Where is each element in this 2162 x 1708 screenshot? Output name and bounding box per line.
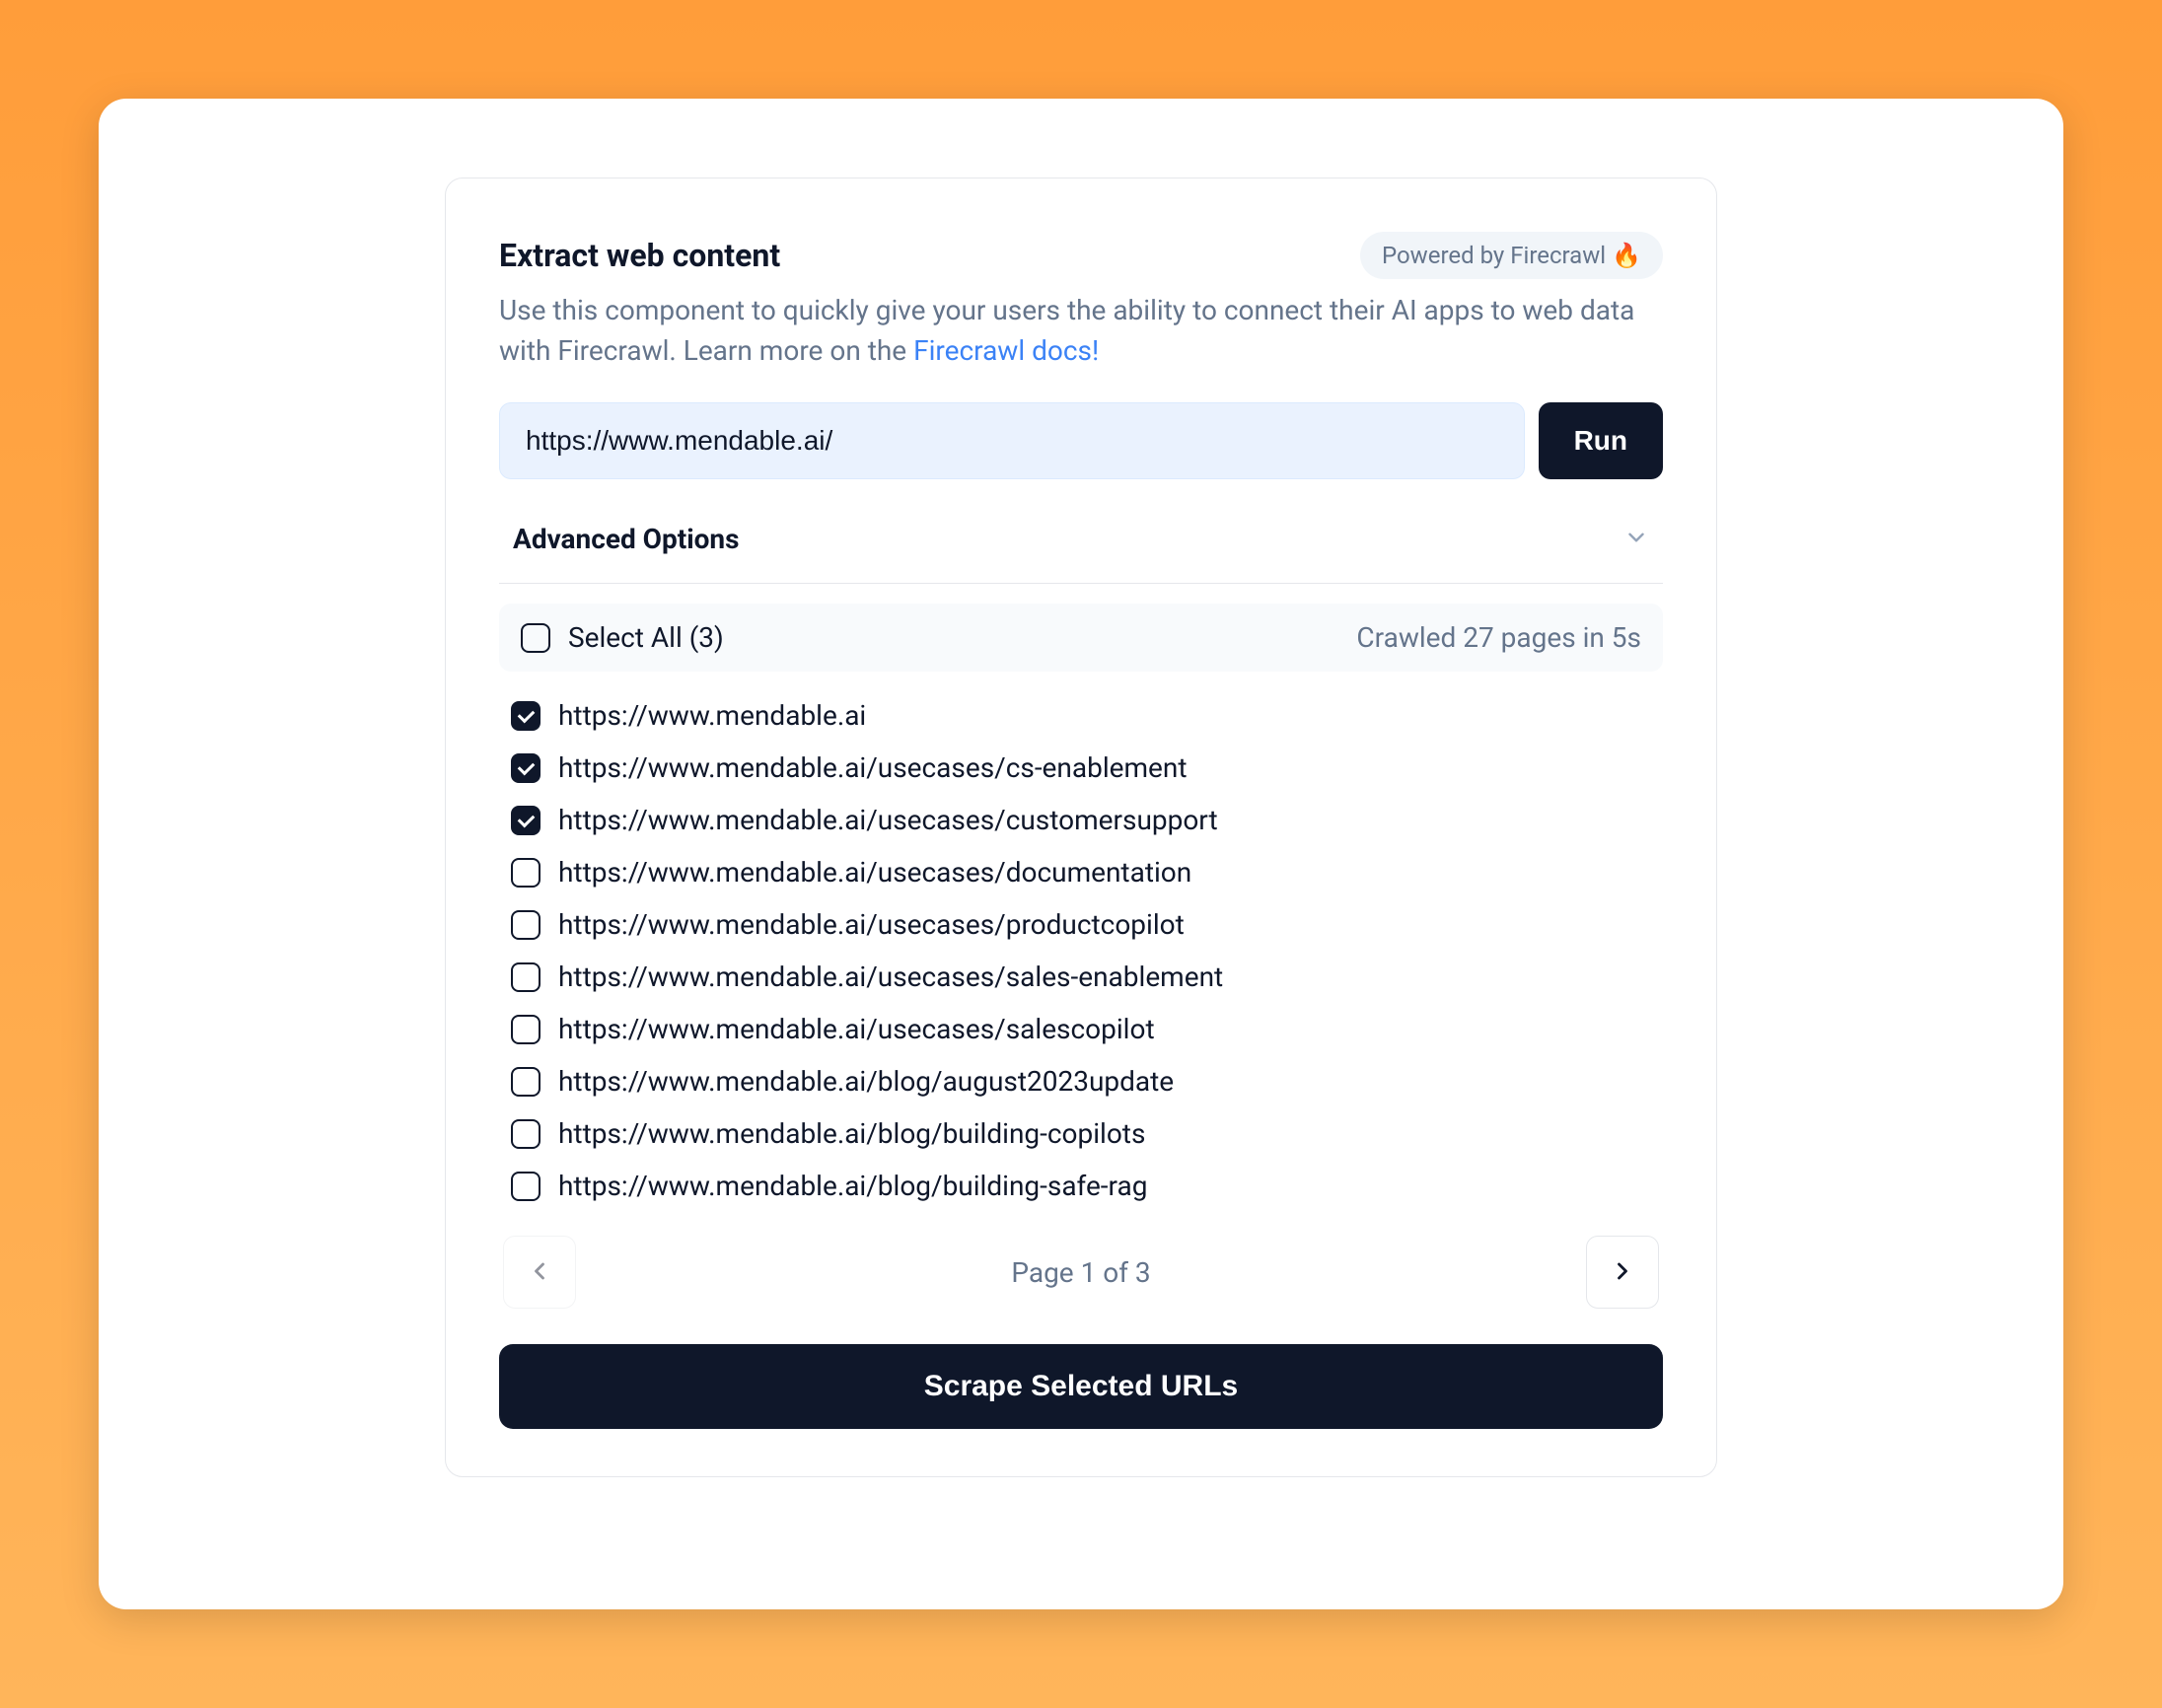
url-item: https://www.mendable.ai/usecases/cs-enab…	[511, 751, 1651, 784]
url-checkbox[interactable]	[511, 962, 540, 992]
advanced-options-label: Advanced Options	[513, 523, 739, 555]
url-text: https://www.mendable.ai/usecases/sales-e…	[558, 961, 1223, 993]
extract-panel: Extract web content Powered by Firecrawl…	[445, 178, 1717, 1477]
url-text: https://www.mendable.ai/usecases/product…	[558, 908, 1185, 941]
panel-description: Use this component to quickly give your …	[499, 291, 1663, 371]
fire-icon: 🔥	[1612, 242, 1641, 269]
outer-card: Extract web content Powered by Firecrawl…	[99, 99, 2063, 1609]
run-button[interactable]: Run	[1539, 402, 1663, 479]
url-checkbox[interactable]	[511, 1172, 540, 1201]
url-text: https://www.mendable.ai	[558, 699, 866, 732]
url-input[interactable]	[499, 402, 1525, 479]
next-page-button[interactable]	[1586, 1236, 1659, 1309]
url-checkbox[interactable]	[511, 858, 540, 888]
crawl-status: Crawled 27 pages in 5s	[1356, 621, 1641, 654]
prev-page-button[interactable]	[503, 1236, 576, 1309]
url-item: https://www.mendable.ai/blog/building-co…	[511, 1117, 1651, 1150]
scrape-selected-button[interactable]: Scrape Selected URLs	[499, 1344, 1663, 1429]
url-item: https://www.mendable.ai/usecases/custome…	[511, 804, 1651, 836]
url-item: https://www.mendable.ai/usecases/documen…	[511, 856, 1651, 889]
url-list: https://www.mendable.ai https://www.menda…	[499, 699, 1663, 1202]
url-text: https://www.mendable.ai/blog/building-sa…	[558, 1170, 1147, 1202]
url-checkbox[interactable]	[511, 910, 540, 940]
url-checkbox[interactable]	[511, 806, 540, 835]
url-checkbox[interactable]	[511, 1119, 540, 1149]
chevron-down-icon	[1623, 525, 1649, 554]
chevron-right-icon	[1609, 1257, 1636, 1288]
url-item: https://www.mendable.ai/usecases/salesco…	[511, 1013, 1651, 1045]
advanced-options-toggle[interactable]: Advanced Options	[499, 511, 1663, 584]
url-text: https://www.mendable.ai/usecases/cs-enab…	[558, 751, 1188, 784]
pagination: Page 1 of 3	[499, 1236, 1663, 1309]
url-item: https://www.mendable.ai/blog/building-sa…	[511, 1170, 1651, 1202]
chevron-left-icon	[526, 1257, 553, 1288]
url-text: https://www.mendable.ai/blog/building-co…	[558, 1117, 1145, 1150]
url-checkbox[interactable]	[511, 701, 540, 731]
powered-by-badge: Powered by Firecrawl 🔥	[1360, 232, 1663, 279]
url-item: https://www.mendable.ai/blog/august2023u…	[511, 1065, 1651, 1098]
url-text: https://www.mendable.ai/usecases/documen…	[558, 856, 1191, 889]
url-item: https://www.mendable.ai	[511, 699, 1651, 732]
badge-text: Powered by Firecrawl	[1382, 242, 1606, 269]
select-all-bar: Select All (3) Crawled 27 pages in 5s	[499, 604, 1663, 672]
url-item: https://www.mendable.ai/usecases/product…	[511, 908, 1651, 941]
select-all-checkbox[interactable]	[521, 623, 550, 653]
url-checkbox[interactable]	[511, 1015, 540, 1044]
url-text: https://www.mendable.ai/usecases/salesco…	[558, 1013, 1155, 1045]
url-checkbox[interactable]	[511, 1067, 540, 1097]
url-item: https://www.mendable.ai/usecases/sales-e…	[511, 961, 1651, 993]
page-indicator: Page 1 of 3	[1011, 1256, 1150, 1289]
url-text: https://www.mendable.ai/blog/august2023u…	[558, 1065, 1174, 1098]
header-row: Extract web content Powered by Firecrawl…	[499, 232, 1663, 279]
docs-link[interactable]: Firecrawl docs!	[913, 334, 1099, 367]
select-all-left: Select All (3)	[521, 621, 724, 654]
url-text: https://www.mendable.ai/usecases/custome…	[558, 804, 1218, 836]
panel-title: Extract web content	[499, 237, 780, 274]
url-checkbox[interactable]	[511, 753, 540, 783]
select-all-label: Select All (3)	[568, 621, 724, 654]
input-row: Run	[499, 402, 1663, 479]
